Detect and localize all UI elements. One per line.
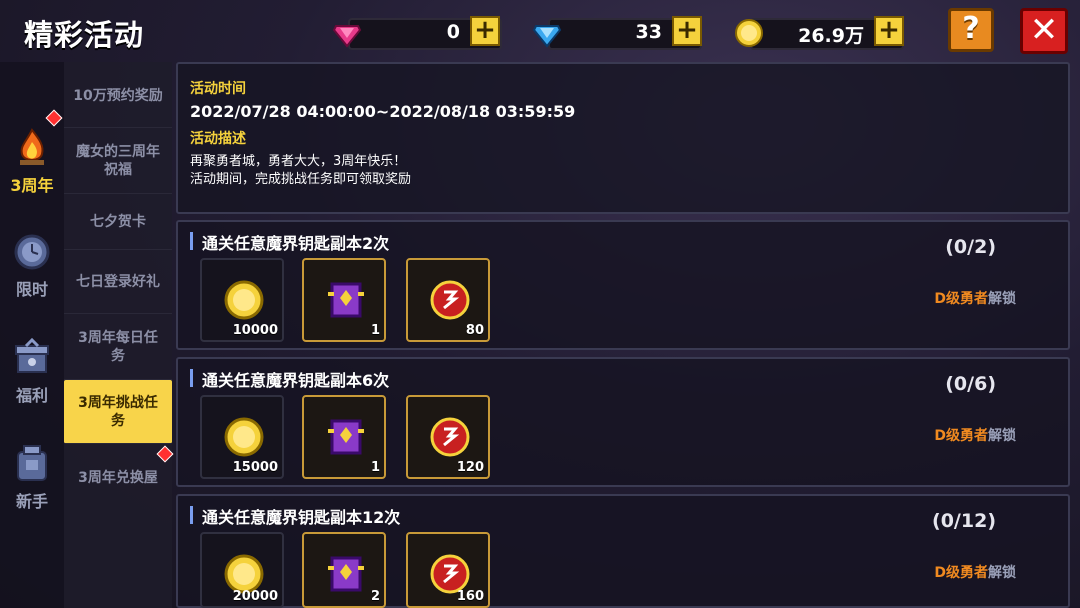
- task-progress: (0/12): [932, 510, 996, 532]
- task-card: 通关任意魔界钥匙副本12次 (0/12) D级勇者解锁 20000 2 160: [176, 494, 1070, 608]
- notification-dot: [45, 109, 63, 127]
- desc-line: 活动期间，完成挑战任务即可领取奖励: [190, 172, 412, 187]
- blue-gem-counter: 33 +: [530, 16, 702, 50]
- category-limited[interactable]: 限时: [0, 212, 64, 312]
- gold-coin-value: 26.9万: [798, 25, 864, 47]
- task-card: 通关任意魔界钥匙副本6次 (0/6) D级勇者解锁 15000 1 120: [176, 357, 1070, 487]
- tab-challenge-tasks[interactable]: 3周年挑战任务: [64, 380, 172, 444]
- unlock-requirement: D级勇者解锁: [934, 428, 1016, 444]
- tab-daily-tasks[interactable]: 3周年每日任务: [64, 314, 172, 380]
- blue-gem-icon: [532, 25, 562, 48]
- category-label: 福利: [15, 386, 48, 405]
- pink-gem-icon: [332, 25, 362, 48]
- anniversary-token-icon: [430, 280, 470, 320]
- activity-info-panel: 活动时间 2022/07/28 04:00:00~2022/08/18 03:5…: [176, 62, 1070, 214]
- gift-icon: [15, 337, 49, 373]
- top-bar: 精彩活动 0 + 33 + 26.9万 + ? ✕: [0, 0, 1080, 62]
- category-label: 限时: [15, 280, 48, 299]
- desc-line: 再聚勇者城，勇者大大，3周年快乐！: [190, 154, 407, 169]
- category-welfare[interactable]: 福利: [0, 318, 64, 418]
- activity-tab-list: 10万预约奖励 魔女的三周年祝福 七夕贺卡 七日登录好礼 3周年每日任务 3周年…: [64, 62, 174, 608]
- reward-count: 2: [370, 589, 380, 604]
- purple-box-icon: [328, 419, 364, 455]
- reward-item[interactable]: 2: [302, 532, 386, 608]
- pink-gem-counter: 0 +: [330, 16, 502, 50]
- purple-box-icon: [328, 282, 364, 318]
- gold-coin-icon: [224, 280, 264, 320]
- pink-gem-value: 0: [446, 21, 460, 43]
- anniversary-token-icon: [430, 417, 470, 457]
- task-name: 通关任意魔界钥匙副本12次: [202, 508, 401, 527]
- task-card: 通关任意魔界钥匙副本2次 (0/2) D级勇者解锁 10000 1 80: [176, 220, 1070, 350]
- time-heading: 活动时间: [190, 81, 246, 97]
- tab-exchange-shop[interactable]: 3周年兑换屋: [64, 446, 172, 510]
- reward-item[interactable]: 10000: [200, 258, 284, 342]
- reward-item[interactable]: 80: [406, 258, 490, 342]
- reward-count: 1: [370, 460, 380, 475]
- category-sidebar: 3周年 限时 福利 新手: [0, 62, 64, 608]
- task-progress: (0/6): [945, 373, 996, 395]
- clock-icon: [14, 234, 50, 270]
- reward-item[interactable]: 160: [406, 532, 490, 608]
- tab-seven-day-login[interactable]: 七日登录好礼: [64, 250, 172, 314]
- help-button[interactable]: ?: [948, 8, 994, 52]
- task-progress: (0/2): [945, 236, 996, 258]
- reward-item[interactable]: 15000: [200, 395, 284, 479]
- reward-count: 80: [465, 323, 484, 338]
- reward-count: 20000: [232, 589, 278, 604]
- gold-coin-counter: 26.9万 +: [732, 16, 904, 50]
- time-value: 2022/07/28 04:00:00~2022/08/18 03:59:59: [190, 102, 576, 121]
- add-blue-gem-button[interactable]: +: [672, 16, 702, 46]
- reward-count: 120: [456, 460, 484, 475]
- unlock-requirement: D级勇者解锁: [934, 565, 1016, 581]
- category-newbie[interactable]: 新手: [0, 424, 64, 524]
- desc-heading: 活动描述: [190, 131, 246, 147]
- add-pink-gem-button[interactable]: +: [470, 16, 500, 46]
- bag-icon: [17, 445, 47, 481]
- reward-item[interactable]: 1: [302, 395, 386, 479]
- tab-100k-reservation[interactable]: 10万预约奖励: [64, 64, 172, 128]
- category-label: 新手: [15, 492, 48, 511]
- category-label: 3周年: [10, 176, 54, 195]
- reward-count: 1: [370, 323, 380, 338]
- reward-item[interactable]: 1: [302, 258, 386, 342]
- reward-item[interactable]: 20000: [200, 532, 284, 608]
- reward-count: 10000: [232, 323, 278, 338]
- close-button[interactable]: ✕: [1020, 8, 1068, 54]
- tab-qixi-card[interactable]: 七夕贺卡: [64, 194, 172, 250]
- tab-witch-blessing[interactable]: 魔女的三周年祝福: [64, 128, 172, 194]
- add-gold-coin-button[interactable]: +: [874, 16, 904, 46]
- task-name: 通关任意魔界钥匙副本6次: [202, 371, 390, 390]
- reward-item[interactable]: 120: [406, 395, 490, 479]
- gold-coin-icon: [224, 417, 264, 457]
- category-3rd-anniversary[interactable]: 3周年: [0, 108, 64, 208]
- page-title: 精彩活动: [24, 18, 145, 52]
- reward-count: 15000: [232, 460, 278, 475]
- unlock-requirement: D级勇者解锁: [934, 291, 1016, 307]
- purple-box-icon: [328, 556, 364, 592]
- gold-coin-icon: [735, 19, 763, 47]
- campfire-icon: [20, 128, 44, 165]
- blue-gem-value: 33: [635, 21, 662, 43]
- reward-count: 160: [456, 589, 484, 604]
- task-name: 通关任意魔界钥匙副本2次: [202, 234, 390, 253]
